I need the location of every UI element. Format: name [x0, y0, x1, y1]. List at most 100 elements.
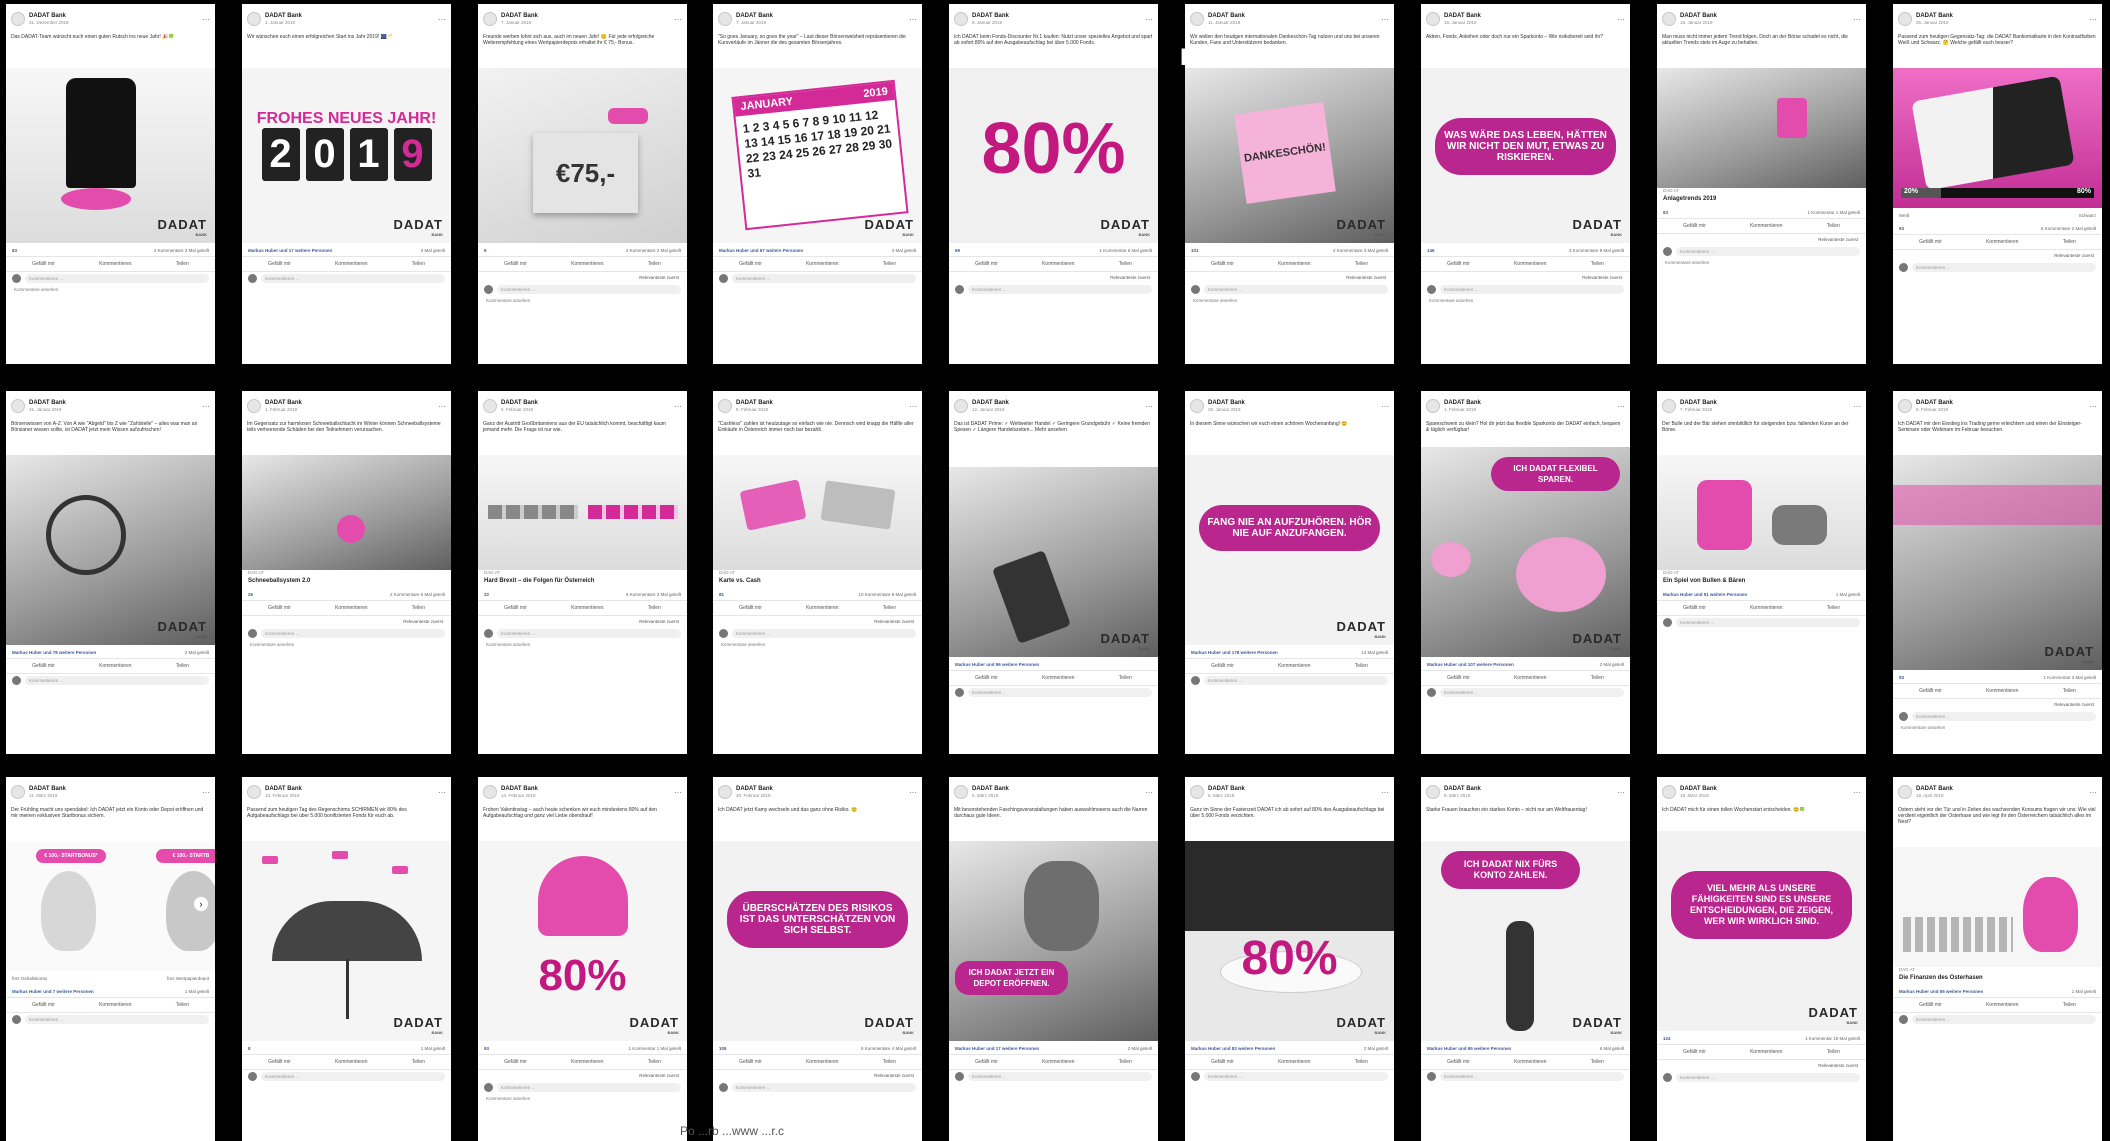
post-card[interactable]: DADAT Bank 14. Februar 2019 ⋯ Frohen Valen…: [478, 777, 687, 1141]
engagement-stats[interactable]: 6 Kommentare 4 Mal geteilt: [861, 1046, 916, 1051]
sort-comments-dropdown[interactable]: Relevanteste zuerst: [713, 1070, 922, 1081]
comment-input[interactable]: Kommentieren ...: [497, 285, 681, 294]
engagement-stats[interactable]: 1 Mal geteilt: [1836, 592, 1860, 597]
comment-input[interactable]: Kommentieren ...: [1912, 712, 2096, 721]
share-button[interactable]: Teilen: [883, 1059, 896, 1065]
comment-input[interactable]: Kommentieren ...: [1676, 247, 1860, 256]
comment-input[interactable]: Kommentieren ...: [1440, 285, 1624, 294]
engagement-stats[interactable]: 6 Mal geteilt: [1600, 1046, 1624, 1051]
like-button[interactable]: Gefällt mir: [975, 675, 998, 681]
sort-comments-dropdown[interactable]: Relevanteste zuerst: [713, 616, 922, 627]
page-name[interactable]: DADAT Bank: [1444, 400, 1481, 407]
comment-input[interactable]: Kommentieren ...: [732, 274, 916, 283]
more-options-icon[interactable]: ⋯: [1617, 402, 1625, 411]
show-comments-link[interactable]: Kommentare ansehen: [6, 285, 215, 294]
comment-input[interactable]: Kommentieren ...: [1912, 263, 2096, 272]
post-date[interactable]: 13. Februar 2019: [265, 793, 302, 799]
share-button[interactable]: Teilen: [2063, 1002, 2076, 1008]
post-image[interactable]: DANKESCHÖN! DADAT BANK: [1185, 68, 1394, 243]
sort-comments-dropdown[interactable]: Relevanteste zuerst: [478, 616, 687, 627]
like-button[interactable]: Gefällt mir: [1683, 605, 1706, 611]
show-comments-link[interactable]: Kommentare ansehen: [242, 640, 451, 649]
comment-input[interactable]: Kommentieren ...: [1440, 688, 1624, 697]
page-avatar[interactable]: [483, 785, 497, 799]
like-button[interactable]: Gefällt mir: [504, 261, 527, 267]
post-date[interactable]: 11. März 2019: [29, 793, 66, 799]
post-image[interactable]: VIEL MEHR ALS UNSERE FÄHIGKEITEN SIND ES…: [1657, 831, 1866, 1031]
engagement-stats[interactable]: 1 Mal geteilt: [421, 1046, 445, 1051]
post-date[interactable]: 8. Februar 2019: [736, 407, 773, 413]
sort-comments-dropdown[interactable]: Relevanteste zuerst: [1657, 1060, 1866, 1071]
engagement-stats[interactable]: 2 Kommentare 3 Mal geteilt: [154, 248, 209, 253]
post-image[interactable]: 80% DADAT BANK: [1185, 841, 1394, 1041]
comment-button[interactable]: Kommentieren: [806, 1059, 839, 1065]
page-avatar[interactable]: [954, 785, 968, 799]
comment-button[interactable]: Kommentieren: [806, 605, 839, 611]
comment-input[interactable]: Kommentieren ...: [1676, 618, 1860, 627]
post-card[interactable]: DADAT Bank 16. Januar 2019 ⋯ Aktien, Fonds…: [1421, 4, 1630, 364]
page-avatar[interactable]: [718, 399, 732, 413]
engagement-stats[interactable]: 6 Kommentare 3 Mal geteilt: [626, 592, 681, 597]
page-avatar[interactable]: [1190, 399, 1204, 413]
sort-comments-dropdown[interactable]: Relevanteste zuerst: [1185, 272, 1394, 283]
reaction-count[interactable]: Markus Huber und 96 weitere Personen: [955, 662, 1039, 667]
post-image[interactable]: ÜBERSCHÄTZEN DES RISIKOS IST DAS UNTERSC…: [713, 841, 922, 1041]
reaction-count[interactable]: 81: [719, 592, 724, 597]
like-button[interactable]: Gefällt mir: [1447, 1059, 1470, 1065]
comment-input[interactable]: Kommentieren ...: [1676, 1073, 1860, 1082]
comment-input[interactable]: Kommentieren ...: [1912, 1015, 2096, 1024]
post-image[interactable]: WAS WÄRE DAS LEBEN, HÄTTEN WIR NICHT DEN…: [1421, 68, 1630, 243]
page-avatar[interactable]: [1898, 399, 1912, 413]
like-button[interactable]: Gefällt mir: [1211, 663, 1234, 669]
more-options-icon[interactable]: ⋯: [909, 402, 917, 411]
page-name[interactable]: DADAT Bank: [29, 786, 66, 793]
comment-button[interactable]: Kommentieren: [335, 261, 368, 267]
page-avatar[interactable]: [1426, 12, 1440, 26]
comment-input[interactable]: Kommentieren ...: [25, 1015, 209, 1024]
more-options-icon[interactable]: ⋯: [202, 15, 210, 24]
like-button[interactable]: Gefällt mir: [739, 605, 762, 611]
page-avatar[interactable]: [247, 399, 261, 413]
post-card[interactable]: DADAT Bank 1. Januar 2019 ⋯ Wir wünschen e…: [242, 4, 451, 364]
post-image[interactable]: DADAT BANK: [1893, 455, 2102, 670]
comment-button[interactable]: Kommentieren: [1278, 663, 1311, 669]
post-card[interactable]: DADAT Bank 5. März 2019 ⋯ Mit bevorstehend…: [949, 777, 1158, 1141]
comment-button[interactable]: Kommentieren: [1750, 605, 1783, 611]
page-name[interactable]: DADAT Bank: [501, 13, 538, 20]
page-avatar[interactable]: [11, 785, 25, 799]
post-card[interactable]: DADAT Bank 7. Januar 2019 ⋯ "So goes Janua…: [713, 4, 922, 364]
page-name[interactable]: DADAT Bank: [1916, 13, 1953, 20]
like-button[interactable]: Gefällt mir: [1683, 1049, 1706, 1055]
reaction-count[interactable]: Markus Huber und 107 weitere Personen: [1427, 662, 1514, 667]
page-avatar[interactable]: [11, 399, 25, 413]
comment-button[interactable]: Kommentieren: [335, 1059, 368, 1065]
share-button[interactable]: Teilen: [1119, 261, 1132, 267]
comment-button[interactable]: Kommentieren: [1750, 1049, 1783, 1055]
comment-button[interactable]: Kommentieren: [335, 605, 368, 611]
like-button[interactable]: Gefällt mir: [1447, 261, 1470, 267]
poll-option-right[interactable]: Schwarz: [2079, 213, 2096, 218]
comment-input[interactable]: Kommentieren ...: [968, 688, 1152, 697]
comment-button[interactable]: Kommentieren: [1986, 1002, 2019, 1008]
post-image[interactable]: DADAT BANK: [949, 467, 1158, 657]
reaction-count[interactable]: 93: [1899, 226, 1904, 231]
page-name[interactable]: DADAT Bank: [29, 13, 69, 20]
like-button[interactable]: Gefällt mir: [32, 663, 55, 669]
comment-button[interactable]: Kommentieren: [1278, 1059, 1311, 1065]
page-avatar[interactable]: [718, 785, 732, 799]
post-date[interactable]: 25. Januar 2019: [1916, 20, 1953, 26]
share-button[interactable]: Teilen: [412, 605, 425, 611]
more-options-icon[interactable]: ⋯: [438, 788, 446, 797]
comment-input[interactable]: Kommentieren ...: [968, 1072, 1152, 1081]
engagement-stats[interactable]: 2 Mal geteilt: [1128, 1046, 1152, 1051]
more-options-icon[interactable]: ⋯: [1617, 788, 1625, 797]
like-button[interactable]: Gefällt mir: [1447, 675, 1470, 681]
share-button[interactable]: Teilen: [412, 1059, 425, 1065]
post-image[interactable]: [478, 455, 687, 570]
post-image[interactable]: ICH DADAT FLEXIBEL SPAREN. DADAT BANK: [1421, 447, 1630, 657]
more-options-icon[interactable]: ⋯: [2089, 15, 2097, 24]
link-title[interactable]: Hard Brexit – die Folgen für Österreich: [478, 575, 687, 587]
like-button[interactable]: Gefällt mir: [1919, 1002, 1942, 1008]
reaction-count[interactable]: Markus Huber und 78 weitere Personen: [12, 650, 96, 655]
sort-comments-dropdown[interactable]: Relevanteste zuerst: [478, 1070, 687, 1081]
